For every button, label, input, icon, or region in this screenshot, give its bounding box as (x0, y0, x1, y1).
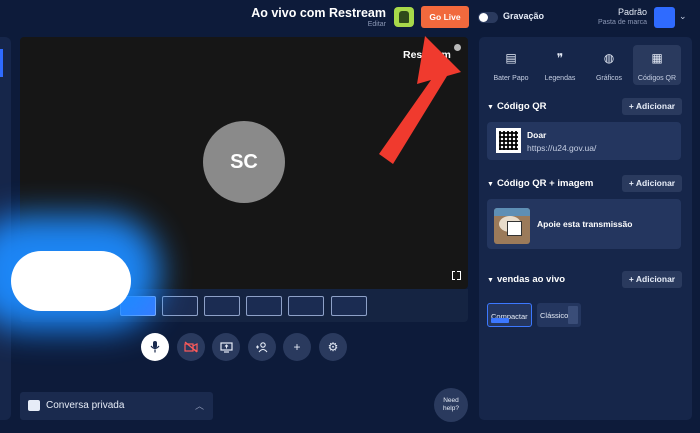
qr-image-section-title: Código QR + imagem (496, 178, 594, 189)
chevron-up-icon[interactable]: ︿ (195, 399, 204, 412)
add-qr-image-button[interactable]: + Adicionar (622, 175, 682, 192)
annotation-arrow-icon (379, 36, 461, 164)
right-panel: ▤ Bater Papo ❞ Legendas ◍ Gráficos ▦ Cód… (479, 37, 692, 420)
top-bar: Ao vivo com Restream Editar Go Live Grav… (0, 0, 700, 34)
live-sales-section-toggle[interactable]: ▼ vendas ao vivo (487, 274, 565, 285)
camera-off-button[interactable] (177, 333, 205, 361)
invite-guest-button[interactable] (248, 333, 276, 361)
qr-item-card[interactable]: Doar https://u24.gov.ua/ (487, 122, 681, 160)
qr-code-overlay (507, 221, 522, 236)
style-classic-option[interactable]: Clássico (537, 303, 581, 327)
tab-graphics[interactable]: ◍ Gráficos (585, 45, 633, 85)
brand-profile[interactable]: Padrão Pasta de marca (598, 7, 647, 27)
help-line-2: help? (443, 405, 459, 412)
tab-qr-codes[interactable]: ▦ Códigos QR (633, 45, 681, 85)
qr-item-url: https://u24.gov.ua/ (527, 143, 597, 153)
stream-title-block[interactable]: Ao vivo com Restream Editar (251, 6, 386, 29)
qr-image-item-title: Apoie esta transmissão (537, 219, 633, 229)
layout-option-grid[interactable] (204, 296, 240, 316)
private-chat-icon (28, 400, 40, 411)
microphone-icon (150, 341, 160, 353)
help-line-1: Need (443, 397, 459, 404)
fullscreen-icon[interactable] (452, 270, 461, 280)
recording-toggle[interactable] (478, 12, 498, 23)
quote-icon: ❞ (556, 51, 564, 65)
gear-icon: ⚙ (327, 340, 339, 354)
microphone-button[interactable] (141, 333, 169, 361)
qr-code-icon: ▦ (651, 51, 663, 65)
tab-label: Legendas (544, 75, 576, 82)
chevron-down-icon[interactable]: ⌄ (679, 11, 687, 22)
profile-name: Padrão (617, 7, 647, 17)
tab-chat[interactable]: ▤ Bater Papo (487, 45, 535, 85)
qr-section-toggle[interactable]: ▼ Código QR (487, 101, 547, 112)
add-qr-button[interactable]: + Adicionar (622, 98, 682, 115)
tab-label: Códigos QR (637, 75, 677, 82)
caret-down-icon: ▼ (487, 104, 494, 111)
profile-subtitle: Pasta de marca (597, 19, 647, 26)
redaction-blob (11, 251, 131, 311)
screen-share-icon (219, 341, 233, 353)
layout-option-screen[interactable] (288, 296, 324, 316)
qr-image-item-card[interactable]: Apoie esta transmissão (487, 199, 681, 249)
add-source-button[interactable]: + (283, 333, 311, 361)
palette-icon: ◍ (603, 51, 615, 65)
style-classic-preview (568, 306, 578, 324)
caret-down-icon: ▼ (487, 277, 494, 284)
tab-captions[interactable]: ❞ Legendas (536, 45, 584, 85)
tab-label: Gráficos (595, 75, 623, 82)
style-compact-preview (491, 318, 509, 323)
qr-item-title: Doar (527, 130, 547, 140)
brand-avatar-icon[interactable] (394, 7, 414, 27)
layout-option-split[interactable] (162, 296, 198, 316)
private-chat-bar[interactable]: Conversa privada ︿ (20, 392, 213, 420)
add-guest-icon (256, 341, 268, 352)
live-sales-section-title: vendas ao vivo (496, 274, 566, 285)
layout-option-sidebar[interactable] (331, 296, 367, 316)
stream-title[interactable]: Ao vivo com Restream (251, 6, 386, 20)
private-chat-label: Conversa privada (46, 400, 125, 411)
add-live-sales-button[interactable]: + Adicionar (622, 271, 682, 288)
recording-label: Gravação (503, 11, 545, 21)
share-screen-button[interactable] (212, 333, 240, 361)
camera-off-icon (184, 341, 198, 353)
qr-image-section-toggle[interactable]: ▼ Código QR + imagem (487, 178, 593, 189)
tab-label: Bater Papo (493, 75, 529, 82)
style-classic-label: Clássico (540, 311, 569, 320)
plus-icon: + (293, 340, 301, 354)
profile-avatar[interactable] (654, 7, 675, 28)
caret-down-icon: ▼ (487, 181, 494, 188)
style-compact-option[interactable]: Compactar (487, 303, 532, 327)
edit-link[interactable]: Editar (251, 20, 386, 29)
go-live-button[interactable]: Go Live (421, 6, 469, 28)
chat-icon: ▤ (505, 51, 517, 65)
participant-avatar: SC (203, 121, 285, 203)
qr-section-title: Código QR (496, 101, 547, 112)
layout-option-pip[interactable] (246, 296, 282, 316)
qr-code-thumbnail (496, 128, 521, 153)
settings-button[interactable]: ⚙ (319, 333, 347, 361)
need-help-button[interactable]: Need help? (434, 388, 468, 422)
